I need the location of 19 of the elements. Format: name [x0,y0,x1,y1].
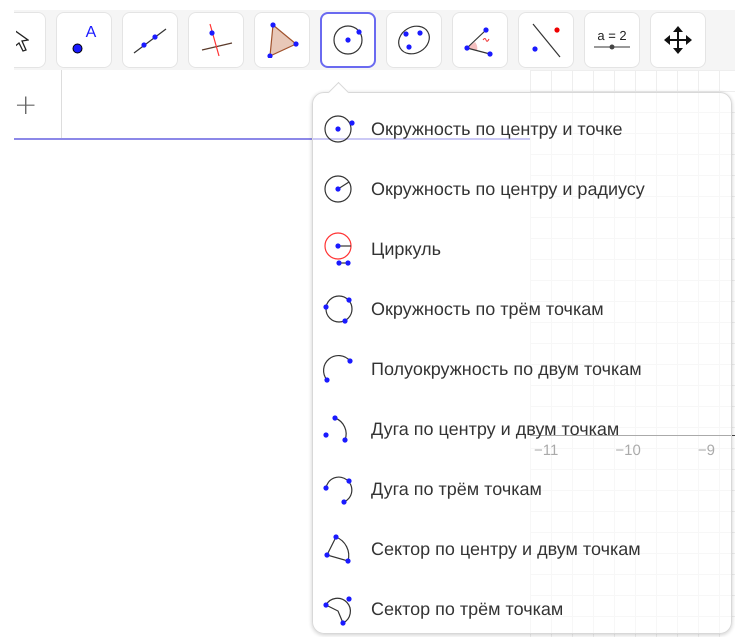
point-icon [72,43,83,54]
tool-button[interactable]: a = 2 [584,12,640,68]
menu-item[interactable]: Окружность по центру и точке [321,99,731,159]
move-arrows-icon [662,24,694,56]
cursor-icon [16,28,29,52]
menu-item[interactable]: Полуокружность по двум точкам [321,339,731,399]
axis-label: −11 [534,442,558,459]
tool-button[interactable] [320,12,376,68]
axis-label: −10 [615,442,641,459]
menu-item[interactable]: Сектор по трём точкам [321,579,731,637]
menu-item[interactable]: Окружность по трём точкам [321,279,731,339]
menu-item[interactable]: Сектор по центру и двум точкам [321,519,731,579]
add-button[interactable]: + [14,70,62,138]
tool-button[interactable]: A [56,12,112,68]
menu-item[interactable]: Дуга по трём точкам [321,459,731,519]
menu-item[interactable]: Циркуль [321,219,731,279]
menu-item[interactable]: Окружность по центру и радиусу [321,159,731,219]
point-label: A [86,25,96,41]
axis-label: −9 [698,442,715,459]
